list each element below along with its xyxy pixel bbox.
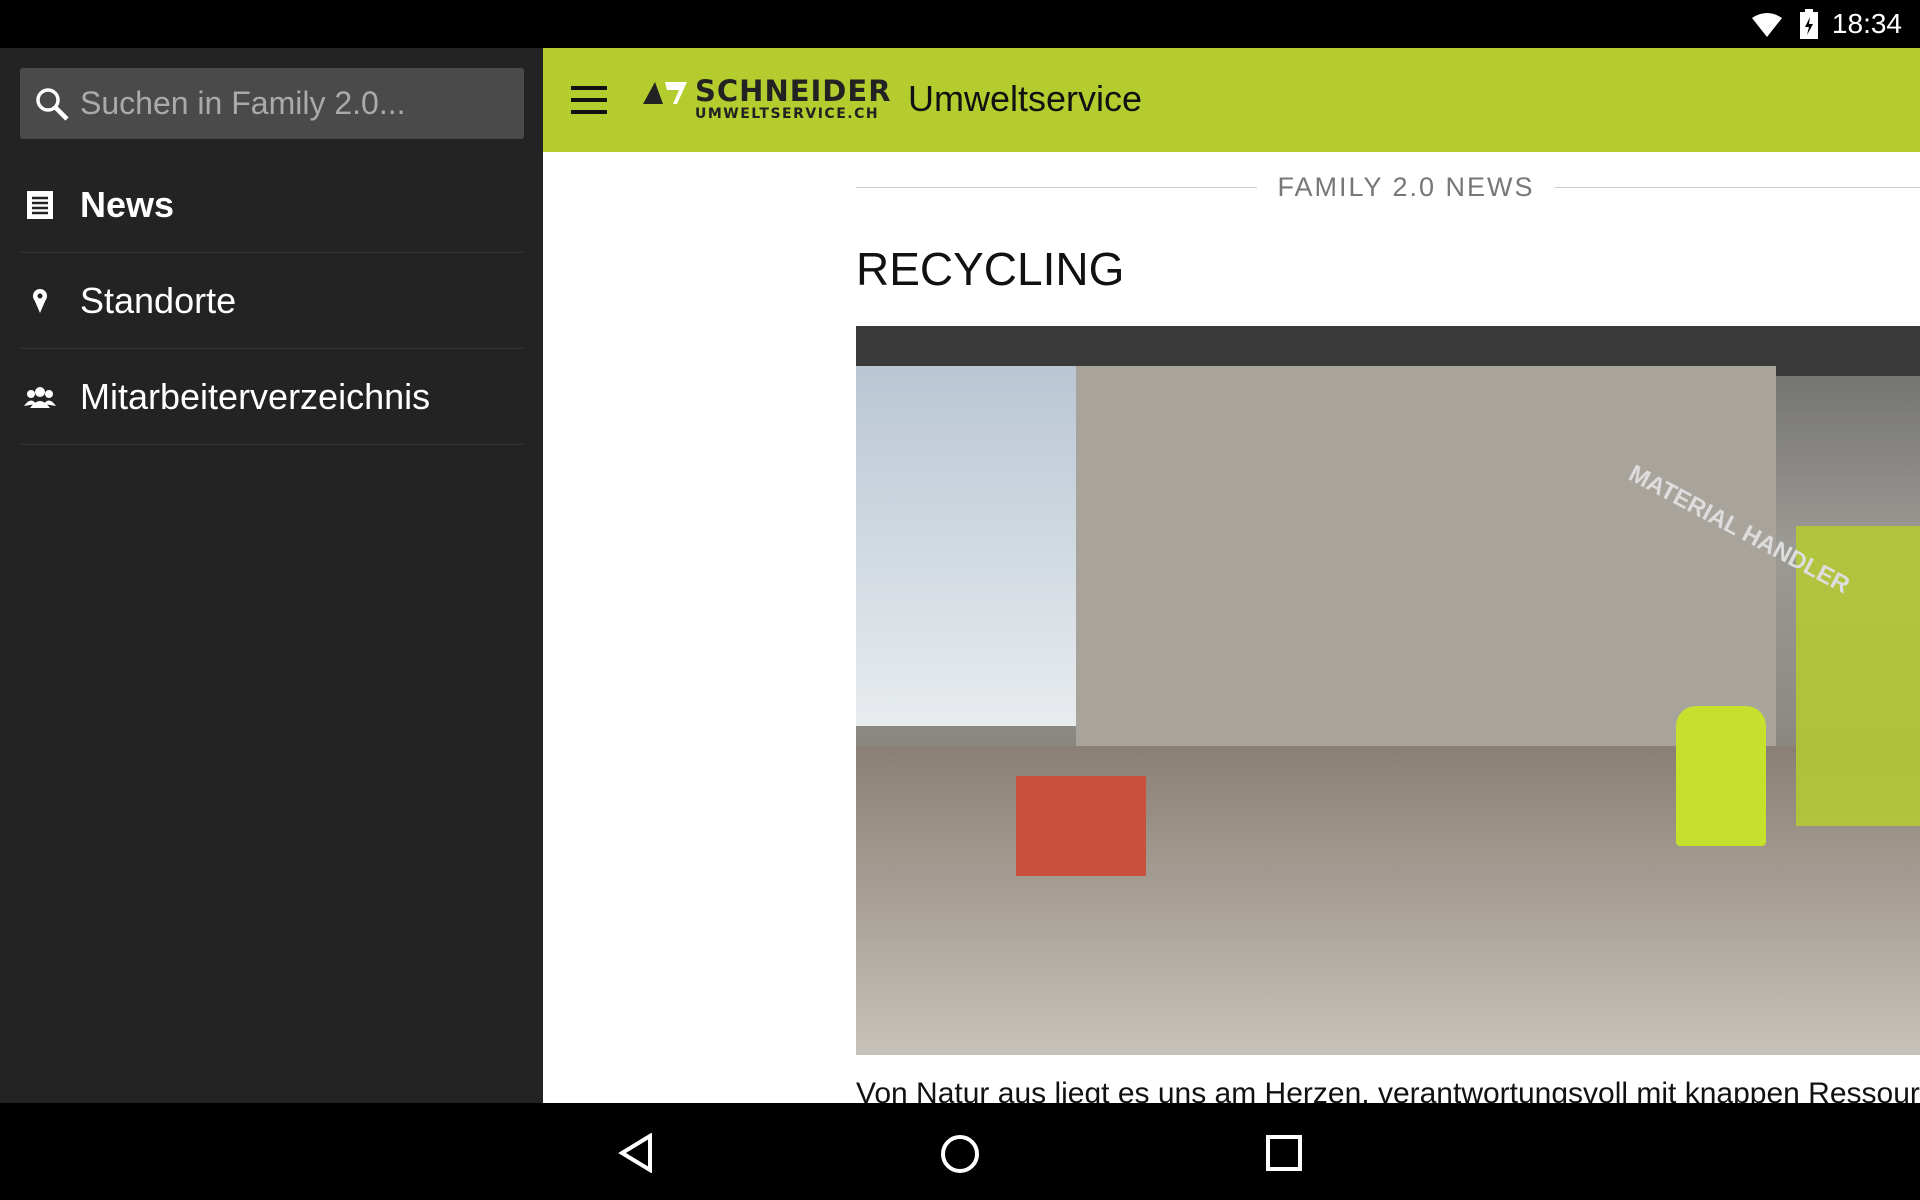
article-title: RECYCLING — [856, 243, 1125, 295]
system-nav-bar — [0, 1103, 1920, 1200]
people-icon — [10, 386, 70, 408]
drawer-item-standorte[interactable]: Standorte — [20, 253, 524, 349]
drawer-item-label: News — [80, 183, 175, 225]
news-icon — [10, 190, 70, 220]
search-input[interactable] — [80, 85, 500, 122]
location-pin-icon — [10, 287, 70, 315]
menu-icon[interactable] — [571, 86, 607, 122]
article-image: MATERIAL HANDLER — [856, 326, 1920, 1055]
clock: 18:34 — [1831, 8, 1902, 39]
search-icon — [36, 88, 69, 121]
drawer-item-label: Mitarbeiterverzeichnis — [80, 375, 431, 417]
logo-mark-icon — [643, 82, 687, 104]
section-header: FAMILY 2.0 NEWS — [856, 172, 1920, 203]
battery-icon — [1800, 9, 1818, 39]
search-box[interactable] — [20, 68, 524, 139]
schneider-logo: SCHNEIDER UMWELTSERVICE.CH — [643, 76, 892, 122]
navigation-drawer: News Standorte Mitarbeiterverzeichnis — [0, 48, 543, 1103]
recents-icon[interactable] — [1266, 1135, 1302, 1171]
drawer-item-mitarbeiterverzeichnis[interactable]: Mitarbeiterverzeichnis — [20, 349, 524, 445]
wifi-icon — [1752, 13, 1782, 37]
back-icon[interactable] — [618, 1133, 654, 1173]
home-icon[interactable] — [940, 1134, 980, 1174]
app-title: Umweltservice — [908, 78, 1143, 119]
drawer-item-news[interactable]: News — [20, 157, 524, 253]
drawer-item-label: Standorte — [80, 279, 237, 321]
status-bar: 18:34 — [0, 0, 1920, 48]
news-content: FAMILY 2.0 NEWS RECYCLING MATERIAL HANDL… — [543, 152, 1920, 1103]
app-bar: SCHNEIDER UMWELTSERVICE.CH Umweltservice — [543, 48, 1920, 152]
article-body: Von Natur aus liegt es uns am Herzen, ve… — [856, 1077, 1920, 1103]
